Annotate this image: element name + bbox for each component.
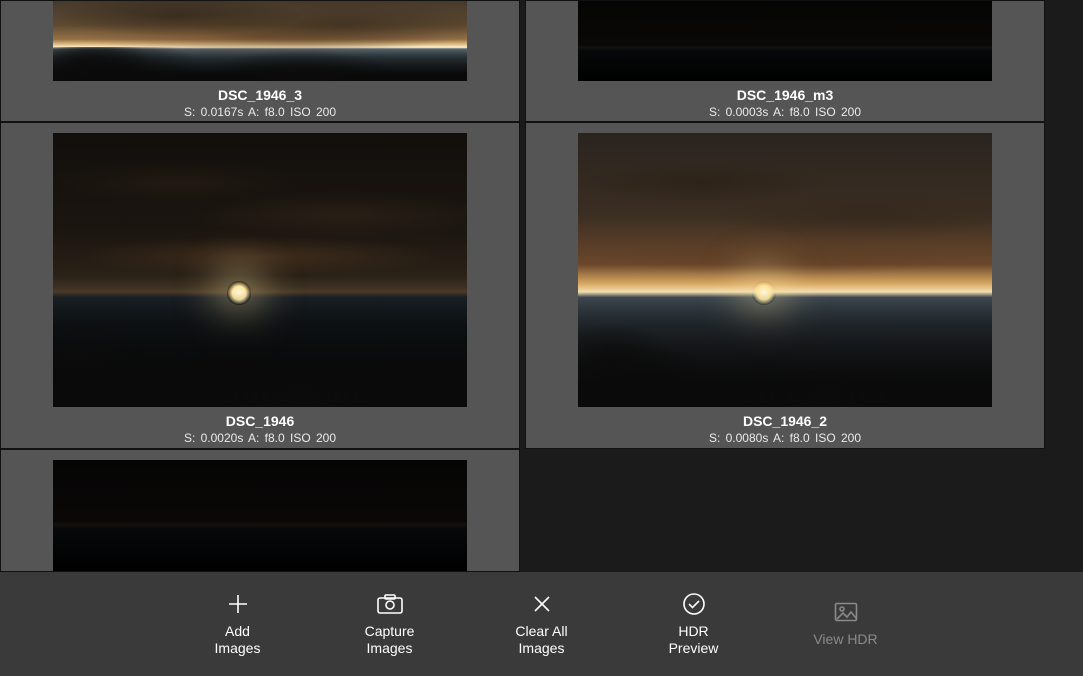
thumbnail-image (578, 1, 992, 81)
toolbar-label: Add (225, 623, 250, 641)
hdr-preview-button[interactable]: HDR Preview (654, 591, 734, 658)
toolbar-label: View HDR (813, 631, 877, 649)
thumbnail-image (53, 460, 467, 571)
thumbnail-cell[interactable]: DSC_1946_2 S: 0.0080s A: f8.0 ISO 200 (525, 122, 1045, 449)
toolbar-label: Capture (365, 623, 415, 641)
thumbnail-image (578, 133, 992, 407)
thumbnail-grid: DSC_1946_3 S: 0.0167s A: f8.0 ISO 200 DS… (0, 0, 1083, 572)
thumbnail-name: DSC_1946 (226, 413, 295, 429)
thumbnail-meta: S: 0.0003s A: f8.0 ISO 200 (709, 105, 861, 119)
grid-row: DSC_1946 S: 0.0020s A: f8.0 ISO 200 DSC_… (0, 122, 1083, 449)
thumbnail-image (53, 133, 467, 407)
toolbar-label: Clear All (515, 623, 567, 641)
camera-icon (377, 591, 403, 617)
toolbar-label: HDR (678, 623, 708, 641)
thumbnail-cell[interactable]: DSC_1946_3 S: 0.0167s A: f8.0 ISO 200 (0, 0, 520, 122)
toolbar-label: Images (215, 640, 261, 658)
capture-images-button[interactable]: Capture Images (350, 591, 430, 658)
view-hdr-button: View HDR (806, 599, 886, 649)
bottom-toolbar: Add Images Capture Images Clear All Imag… (0, 572, 1083, 676)
thumbnail-meta: S: 0.0020s A: f8.0 ISO 200 (184, 431, 336, 445)
thumbnail-meta: S: 0.0080s A: f8.0 ISO 200 (709, 431, 861, 445)
toolbar-label: Images (367, 640, 413, 658)
thumbnail-name: DSC_1946_3 (218, 87, 302, 103)
thumbnail-meta: S: 0.0167s A: f8.0 ISO 200 (184, 105, 336, 119)
thumbnail-cell[interactable]: DSC_1946_m3 S: 0.0003s A: f8.0 ISO 200 (525, 0, 1045, 122)
grid-row (0, 449, 1083, 572)
clear-all-images-button[interactable]: Clear All Images (502, 591, 582, 658)
check-circle-icon (682, 591, 706, 617)
thumbnail-cell[interactable] (0, 449, 520, 572)
thumbnail-image (53, 1, 467, 81)
grid-row: DSC_1946_3 S: 0.0167s A: f8.0 ISO 200 DS… (0, 0, 1083, 122)
close-icon (532, 591, 552, 617)
empty-cell (525, 449, 1045, 572)
thumbnail-cell[interactable]: DSC_1946 S: 0.0020s A: f8.0 ISO 200 (0, 122, 520, 449)
toolbar-label: Preview (669, 640, 719, 658)
thumbnail-name: DSC_1946_m3 (737, 87, 834, 103)
plus-icon (226, 591, 250, 617)
image-icon (834, 599, 858, 625)
add-images-button[interactable]: Add Images (198, 591, 278, 658)
thumbnail-name: DSC_1946_2 (743, 413, 827, 429)
toolbar-label: Images (519, 640, 565, 658)
